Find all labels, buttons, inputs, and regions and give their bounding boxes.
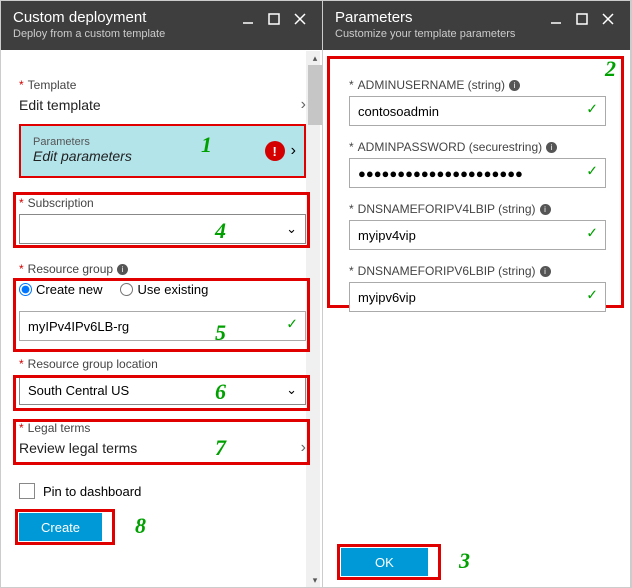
param-adminusername-input[interactable] [349,96,606,126]
info-icon[interactable]: i [540,266,551,277]
check-icon: ✓ [586,101,598,118]
param-adminpassword-label: ADMINPASSWORD (securestring) [358,140,542,154]
error-icon: ! [265,141,285,161]
chevron-right-icon: › [301,439,306,457]
close-button[interactable] [598,9,618,29]
chevron-right-icon: › [301,96,306,114]
callout-4: 4 [215,218,226,244]
info-icon[interactable]: i [509,80,520,91]
parameters-blade: Parameters Customize your template param… [323,1,631,587]
minimize-button[interactable] [546,9,566,29]
check-icon: ✓ [586,163,598,180]
callout-3: 3 [459,548,470,574]
info-icon[interactable]: i [117,264,128,275]
callout-6: 6 [215,379,226,405]
chevron-right-icon: › [291,142,296,160]
custom-deployment-blade: Custom deployment Deploy from a custom t… [1,1,323,587]
check-icon: ✓ [586,287,598,304]
pin-to-dashboard-checkbox[interactable]: Pin to dashboard [19,483,306,499]
param-dnsv4-input[interactable] [349,220,606,250]
callout-8: 8 [135,513,146,539]
edit-parameters-row[interactable]: Parameters Edit parameters ! › 1 [19,124,306,178]
callout-7: 7 [215,435,226,461]
rg-name-input[interactable] [19,311,306,341]
checkbox-icon[interactable] [19,483,35,499]
info-icon[interactable]: i [546,142,557,153]
param-dnsv4-label: DNSNAMEFORIPV4LBIP (string) [358,202,536,216]
callout-5: 5 [215,320,226,346]
rg-label: * Resource group i [19,262,306,276]
callout-1: 1 [201,132,212,158]
info-icon[interactable]: i [540,204,551,215]
legal-label: * Legal terms [19,421,306,435]
minimize-button[interactable] [238,9,258,29]
blade-header: Parameters Customize your template param… [323,1,630,50]
blade-header: Custom deployment Deploy from a custom t… [1,1,322,50]
check-icon: ✓ [286,316,298,333]
legal-terms-row[interactable]: Review legal terms › [19,435,306,461]
param-dnsv6-input[interactable] [349,282,606,312]
rg-create-new-radio[interactable]: Create new [19,282,102,297]
location-label: * Resource group location [19,357,306,371]
template-label: * Template [19,78,306,92]
param-adminpassword-input[interactable] [349,158,606,188]
blade-title: Parameters [335,9,546,26]
blade-title: Custom deployment [13,9,238,26]
subscription-label: * Subscription [19,196,306,210]
rg-use-existing-radio[interactable]: Use existing [120,282,208,297]
maximize-button[interactable] [264,9,284,29]
subscription-select[interactable]: ⌄ [19,214,306,244]
maximize-button[interactable] [572,9,592,29]
callout-2: 2 [605,56,616,82]
blade-subtitle: Customize your template parameters [335,28,546,40]
edit-template-row[interactable]: Edit template › [19,92,306,118]
check-icon: ✓ [586,225,598,242]
param-adminusername-label: ADMINUSERNAME (string) [358,78,505,92]
chevron-down-icon: ⌄ [286,221,297,237]
param-dnsv6-label: DNSNAMEFORIPV6LBIP (string) [358,264,536,278]
blade-subtitle: Deploy from a custom template [13,28,238,40]
location-select[interactable]: South Central US ⌄ [19,375,306,405]
ok-button[interactable]: OK [341,548,428,576]
close-button[interactable] [290,9,310,29]
chevron-down-icon: ⌄ [286,382,297,398]
create-button[interactable]: Create [19,513,102,541]
